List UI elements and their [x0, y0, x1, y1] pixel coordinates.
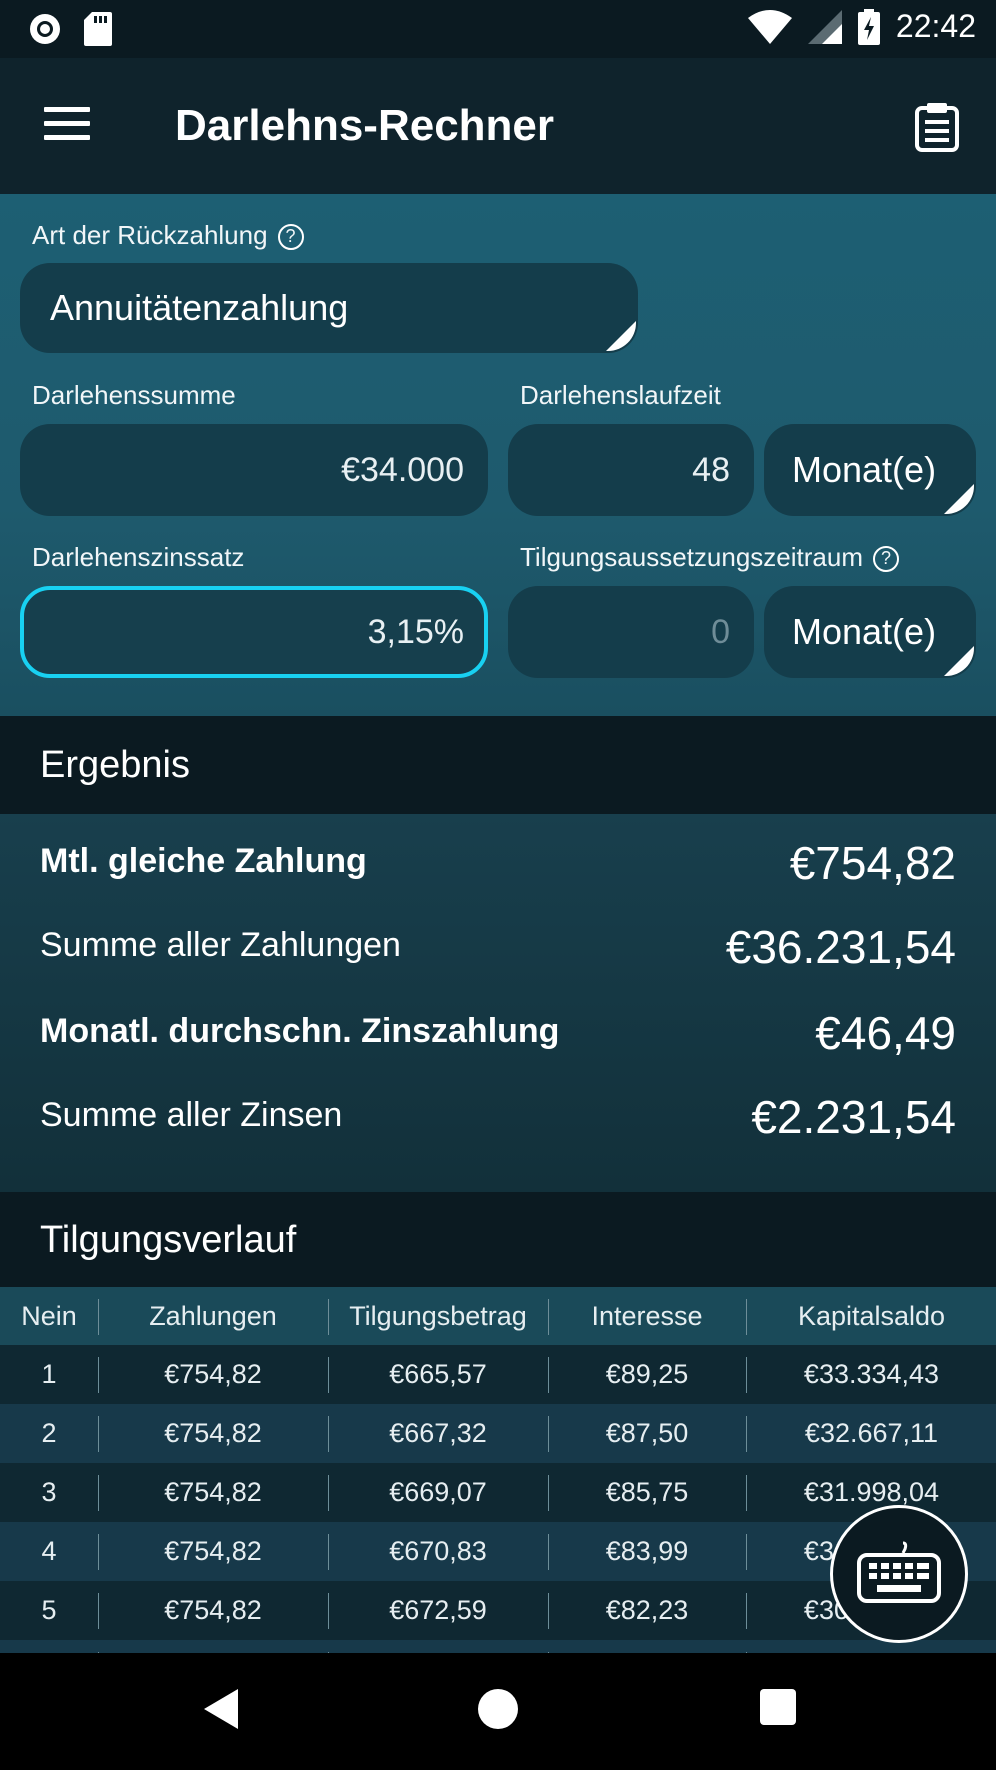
loan-amount-label: Darlehenssumme — [32, 380, 236, 410]
results-header: Ergebnis — [0, 716, 996, 814]
recents-icon[interactable] — [760, 1689, 796, 1725]
dropdown-corner-icon — [606, 321, 636, 351]
result-value: €754,82 — [789, 837, 956, 889]
result-label: Summe aller Zahlungen — [40, 926, 401, 964]
table-row: 1 €754,82 €665,57 €89,25 €33.334,43 — [0, 1345, 996, 1404]
grace-period-unit-value: Monat(e) — [792, 611, 937, 652]
grace-period-value: 0 — [711, 612, 730, 651]
column-header-payments: Zahlungen — [149, 1300, 277, 1331]
schedule-header: Tilgungsverlauf — [0, 1192, 996, 1287]
result-row: Monatl. durchschn. Zinszahlung €46,49 — [40, 1007, 956, 1072]
cell-principal: €672,59 — [389, 1595, 487, 1625]
back-icon[interactable] — [200, 1687, 240, 1731]
wifi-icon — [747, 9, 792, 44]
cell-balance: €33.334,43 — [803, 1359, 940, 1389]
result-value: €46,49 — [815, 1007, 956, 1059]
page-title: Darlehns-Rechner — [175, 101, 555, 150]
keyboard-icon — [857, 1541, 941, 1603]
repayment-type-select[interactable]: Annuitätenzahlung — [20, 263, 638, 353]
cell-balance: €32.667,11 — [804, 1418, 939, 1448]
help-circle-icon[interactable]: ? — [873, 546, 899, 573]
repayment-type-label: Art der Rückzahlung? — [32, 220, 304, 251]
cell-principal: €670,83 — [389, 1536, 487, 1566]
column-header-principal: Tilgungsbetrag — [349, 1300, 527, 1331]
cell-interest: €87,50 — [605, 1418, 689, 1448]
results-panel: Mtl. gleiche Zahlung €754,82 Summe aller… — [0, 814, 996, 1192]
interest-rate-label: Darlehenszinssatz — [32, 542, 245, 572]
result-label: Mtl. gleiche Zahlung — [40, 842, 367, 880]
result-row: Mtl. gleiche Zahlung €754,82 — [40, 837, 956, 902]
dropdown-corner-icon — [944, 646, 974, 676]
cell-payment: €754,82 — [164, 1359, 262, 1389]
status-bar: 22:42 — [0, 0, 996, 58]
cell-interest: €85,75 — [605, 1477, 689, 1507]
cell-principal: €665,57 — [389, 1359, 487, 1389]
system-nav-bar — [0, 1653, 996, 1770]
result-label: Monatl. durchschn. Zinszahlung — [40, 1012, 560, 1050]
interest-rate-input[interactable]: 3,15% — [20, 586, 488, 678]
interest-rate-value: 3,15% — [367, 612, 464, 651]
cell-payment: €754,82 — [164, 1536, 262, 1566]
cell-number: 5 — [41, 1595, 57, 1625]
table-header-row: Nein Zahlungen Tilgungsbetrag Interesse … — [0, 1287, 996, 1345]
result-value: €36.231,54 — [725, 921, 956, 973]
result-row: Summe aller Zahlungen €36.231,54 — [40, 921, 956, 986]
cell-payment: €754,82 — [164, 1595, 262, 1625]
table-row: 3 €754,82 €669,07 €85,75 €31.998,04 — [0, 1463, 996, 1522]
sd-card-icon — [84, 12, 112, 46]
dropdown-corner-icon — [944, 484, 974, 514]
result-value: €2.231,54 — [751, 1091, 956, 1143]
cell-number: 3 — [41, 1477, 57, 1507]
loan-term-unit-select[interactable]: Monat(e) — [764, 424, 976, 516]
record-icon — [30, 14, 60, 44]
cell-interest: €89,25 — [605, 1359, 689, 1389]
loan-term-input[interactable]: 48 — [508, 424, 754, 516]
grace-period-input[interactable]: 0 — [508, 586, 754, 678]
grace-period-unit-select[interactable]: Monat(e) — [764, 586, 976, 678]
column-header-interest: Interesse — [591, 1300, 703, 1331]
cell-number: 2 — [41, 1418, 57, 1448]
column-header-balance: Kapitalsaldo — [797, 1300, 946, 1331]
loan-term-unit-value: Monat(e) — [792, 449, 937, 490]
clipboard-icon[interactable] — [914, 102, 960, 152]
cell-number: 4 — [41, 1536, 57, 1566]
hamburger-icon[interactable] — [44, 107, 90, 143]
result-label: Summe aller Zinsen — [40, 1096, 343, 1134]
grace-period-label: Tilgungsaussetzungszeitraum? — [520, 542, 899, 573]
table-row: 2 €754,82 €667,32 €87,50 €32.667,11 — [0, 1404, 996, 1463]
cell-payment: €754,82 — [164, 1477, 262, 1507]
cell-interest: €83,99 — [605, 1536, 689, 1566]
loan-input-panel: Art der Rückzahlung? Annuitätenzahlung D… — [0, 194, 996, 716]
results-title: Ergebnis — [40, 744, 190, 786]
signal-icon — [807, 9, 842, 44]
loan-term-value: 48 — [692, 450, 730, 489]
loan-amount-value: €34.000 — [341, 450, 464, 489]
home-icon[interactable] — [478, 1689, 518, 1729]
cell-interest: €82,23 — [605, 1595, 689, 1625]
loan-term-label: Darlehenslaufzeit — [520, 380, 721, 410]
cell-principal: €667,32 — [389, 1418, 487, 1448]
status-time: 22:42 — [895, 8, 976, 44]
loan-amount-input[interactable]: €34.000 — [20, 424, 488, 516]
app-bar: Darlehns-Rechner — [0, 58, 996, 194]
column-header-number: Nein — [21, 1300, 77, 1331]
cell-payment: €754,82 — [164, 1418, 262, 1448]
schedule-title: Tilgungsverlauf — [40, 1219, 297, 1261]
cell-number: 1 — [41, 1359, 57, 1389]
table-row-partial — [0, 1640, 996, 1653]
repayment-type-value: Annuitätenzahlung — [50, 287, 349, 328]
battery-charging-icon — [857, 8, 880, 45]
result-row: Summe aller Zinsen €2.231,54 — [40, 1091, 956, 1156]
keyboard-toggle-button[interactable] — [830, 1505, 968, 1643]
cell-principal: €669,07 — [389, 1477, 487, 1507]
help-circle-icon[interactable]: ? — [277, 224, 304, 251]
